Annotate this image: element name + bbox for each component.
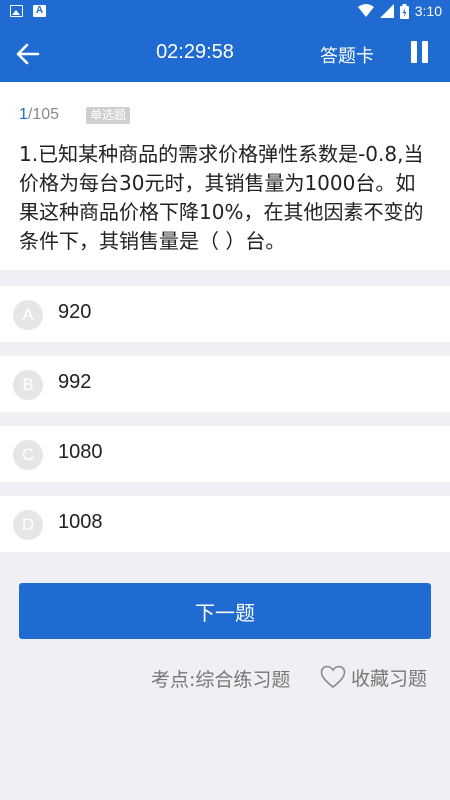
heart-icon [320, 665, 346, 689]
question-panel: 1/105 单选题 1.已知某种商品的需求价格弹性系数是-0.8,当价格为每台3… [0, 82, 450, 270]
current-question-number: 1 [19, 106, 28, 123]
option-b[interactable]: B 992 [0, 356, 450, 412]
status-bar: A 3:10 [0, 0, 450, 24]
total-questions: /105 [27, 106, 60, 123]
option-c[interactable]: C 1080 [0, 426, 450, 482]
favorite-label: 收藏习题 [351, 667, 428, 690]
app-bar: 02:29:58 答题卡 [0, 24, 450, 82]
option-letter: D [13, 510, 43, 540]
option-a[interactable]: A 920 [0, 286, 450, 342]
option-letter: A [13, 300, 43, 330]
option-value: 920 [58, 301, 92, 323]
option-value: 1080 [58, 441, 103, 463]
option-value: 1008 [58, 511, 103, 533]
question-type-badge: 单选题 [86, 107, 131, 124]
answer-card-button[interactable]: 答题卡 [320, 42, 374, 68]
question-text: 1.已知某种商品的需求价格弹性系数是-0.8,当价格为每台30元时，其销售量为1… [19, 142, 424, 253]
topic-label: 考点:综合练习题 [151, 669, 291, 691]
signal-icon [379, 4, 394, 18]
favorite-button[interactable]: 收藏习题 [320, 664, 427, 690]
option-letter: C [13, 440, 43, 470]
wifi-icon [357, 4, 374, 17]
option-d[interactable]: D 1008 [0, 496, 450, 552]
option-letter: B [13, 370, 43, 400]
pause-icon[interactable] [410, 41, 430, 63]
image-notification-icon [10, 5, 23, 17]
next-question-button[interactable]: 下一题 [19, 583, 431, 639]
battery-icon [399, 3, 409, 19]
question-progress: 1/105 [19, 106, 59, 124]
clock: 3:10 [414, 3, 442, 19]
app-notification-icon: A [33, 5, 46, 17]
option-value: 992 [58, 371, 92, 393]
